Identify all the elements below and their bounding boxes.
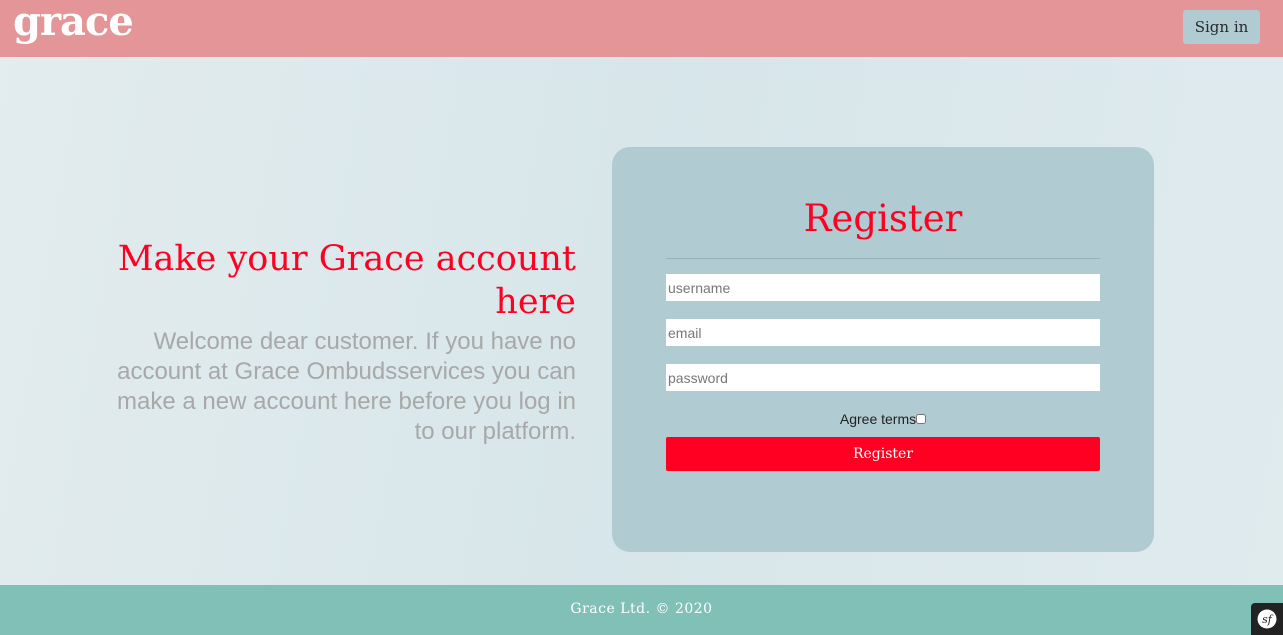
footer: Grace Ltd. © 2020 — [0, 585, 1283, 635]
sign-in-button[interactable]: Sign in — [1183, 10, 1260, 44]
agree-terms-row: Agree terms — [612, 411, 1154, 427]
email-input[interactable] — [666, 319, 1100, 346]
hero-title: Make your Grace account here — [117, 239, 576, 322]
grace-logo[interactable]: grace — [13, 0, 134, 46]
agree-terms-checkbox[interactable] — [916, 414, 927, 424]
register-card: Register Agree terms Register — [612, 147, 1154, 552]
form-divider — [666, 258, 1100, 259]
debug-toolbar-toggle[interactable]: sf — [1251, 603, 1283, 635]
register-button[interactable]: Register — [666, 437, 1100, 471]
hero-description: Welcome dear customer. If you have no ac… — [117, 328, 576, 445]
register-title: Register — [803, 197, 963, 240]
footer-copyright: Grace Ltd. © 2020 — [570, 601, 713, 617]
top-navbar: grace Sign in — [0, 0, 1283, 57]
password-input[interactable] — [666, 364, 1100, 391]
hero-section: Make your Grace account here Welcome dea… — [116, 238, 576, 447]
agree-terms-label: Agree terms — [839, 411, 917, 427]
username-input[interactable] — [666, 274, 1100, 301]
symfony-icon: sf — [1257, 609, 1277, 629]
